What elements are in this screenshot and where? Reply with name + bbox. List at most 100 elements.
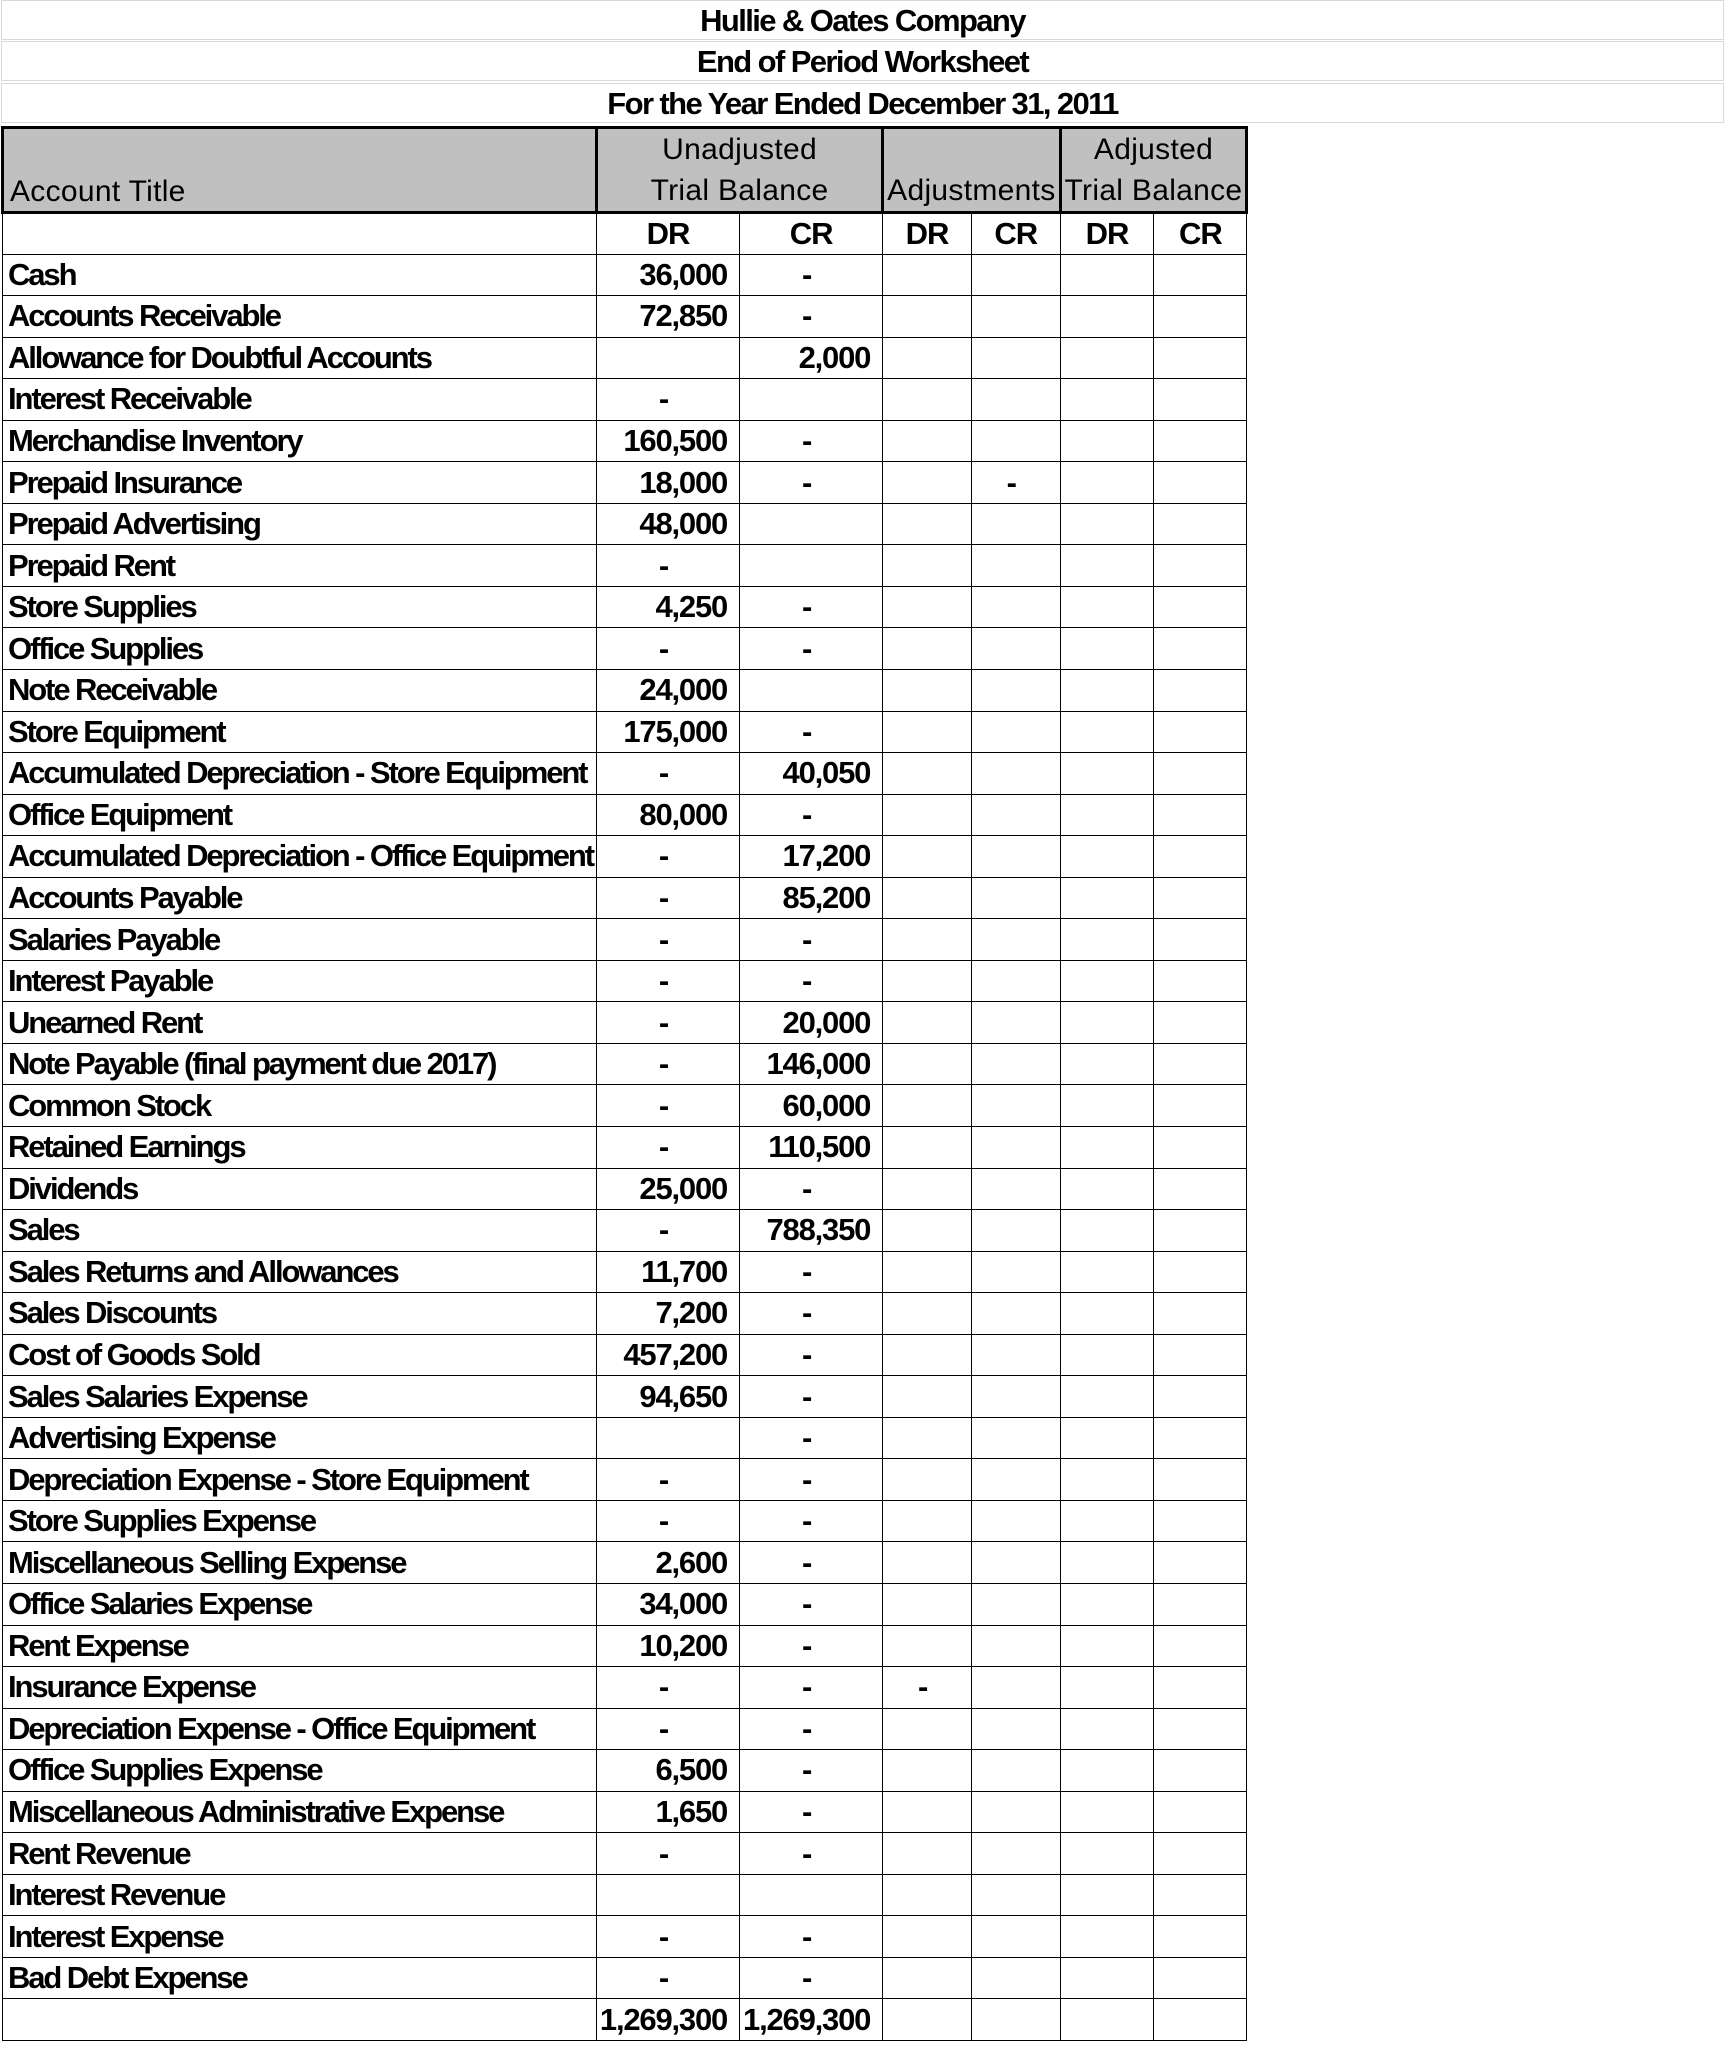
utb-cr-cell[interactable]: - bbox=[739, 710, 884, 754]
atb-cr-cell[interactable] bbox=[1153, 1167, 1248, 1211]
utb-cr-cell[interactable]: - bbox=[739, 419, 884, 463]
adj-dr-cell[interactable] bbox=[882, 1001, 972, 1044]
adj-cr-cell[interactable]: - bbox=[970, 461, 1061, 504]
account-title-cell[interactable]: Sales Returns and Allowances bbox=[2, 1250, 597, 1294]
utb-cr-cell[interactable]: 40,050 bbox=[739, 752, 884, 795]
utb-cr-cell[interactable]: 788,350 bbox=[739, 1209, 884, 1252]
atb-dr-cell[interactable] bbox=[1059, 1416, 1155, 1460]
adj-dr-cell[interactable] bbox=[882, 1375, 972, 1418]
atb-cr-cell[interactable] bbox=[1153, 1998, 1248, 2042]
account-title-cell[interactable]: Accumulated Depreciation - Store Equipme… bbox=[2, 752, 597, 795]
atb-dr-cell[interactable] bbox=[1059, 1749, 1155, 1792]
adj-cr-cell[interactable] bbox=[970, 378, 1061, 421]
account-title-cell[interactable]: Unearned Rent bbox=[2, 1001, 597, 1044]
adj-dr-cell[interactable] bbox=[882, 1832, 972, 1875]
utb-cr-cell[interactable]: - bbox=[739, 1915, 884, 1958]
adj-dr-cell[interactable] bbox=[882, 1915, 972, 1958]
adj-cr-cell[interactable] bbox=[970, 1375, 1061, 1418]
utb-dr-cell[interactable]: 48,000 bbox=[595, 502, 741, 546]
utb-cr-cell[interactable] bbox=[739, 544, 884, 587]
adjustments-header[interactable]: Adjustments bbox=[881, 126, 1062, 214]
utb-dr-cell[interactable]: - bbox=[595, 835, 741, 878]
utb-dr-cell[interactable] bbox=[595, 1873, 741, 1917]
utb-cr-cell[interactable]: - bbox=[739, 1624, 884, 1668]
atb-cr-cell[interactable] bbox=[1153, 1209, 1248, 1252]
atb-dr-cell[interactable] bbox=[1059, 876, 1155, 920]
adj-dr-cell[interactable] bbox=[882, 336, 972, 380]
adj-dr-cell[interactable] bbox=[882, 710, 972, 754]
atb-dr-cell[interactable] bbox=[1059, 1209, 1155, 1252]
utb-dr-cell[interactable]: 34,000 bbox=[595, 1583, 741, 1626]
account-title-cell[interactable]: Prepaid Insurance bbox=[2, 461, 597, 504]
report-period[interactable]: For the Year Ended December 31, 2011 bbox=[1, 83, 1724, 123]
adj-dr-cell[interactable] bbox=[882, 253, 972, 297]
atb-dr-cell[interactable] bbox=[1059, 835, 1155, 878]
atb-cr-cell[interactable] bbox=[1153, 1125, 1248, 1169]
atb-dr-cell[interactable] bbox=[1059, 1541, 1155, 1584]
atb-dr-cell[interactable] bbox=[1059, 378, 1155, 421]
adj-cr-cell[interactable] bbox=[970, 1416, 1061, 1460]
utb-cr-cell[interactable]: - bbox=[739, 1956, 884, 2000]
utb-cr-cell[interactable]: - bbox=[739, 1707, 884, 1751]
utb-dr-cell[interactable]: - bbox=[595, 1956, 741, 2000]
adj-dr-cell[interactable] bbox=[882, 1790, 972, 1834]
adj-cr-cell[interactable] bbox=[970, 1583, 1061, 1626]
atb-cr-cell[interactable] bbox=[1153, 1001, 1248, 1044]
adj-cr-cell[interactable] bbox=[970, 1541, 1061, 1584]
utb-dr-cell[interactable]: 6,500 bbox=[595, 1749, 741, 1792]
account-title-cell[interactable]: Office Salaries Expense bbox=[2, 1583, 597, 1626]
atb-cr-cell[interactable] bbox=[1153, 1832, 1248, 1875]
adj-cr-cell[interactable] bbox=[970, 419, 1061, 463]
utb-dr-cell[interactable]: 36,000 bbox=[595, 253, 741, 297]
adj-cr-cell[interactable] bbox=[970, 1042, 1061, 1086]
atb-cr-cell[interactable] bbox=[1153, 419, 1248, 463]
utb-cr-cell[interactable]: - bbox=[739, 1333, 884, 1377]
utb-cr-cell[interactable]: - bbox=[739, 1790, 884, 1834]
account-title-cell[interactable]: Retained Earnings bbox=[2, 1125, 597, 1169]
atb-dr-cell[interactable] bbox=[1059, 1707, 1155, 1751]
account-title-cell[interactable]: Accounts Payable bbox=[2, 876, 597, 920]
atb-dr-cell[interactable] bbox=[1059, 336, 1155, 380]
adj-cr-cell[interactable] bbox=[970, 1915, 1061, 1958]
utb-cr-cell[interactable]: - bbox=[739, 627, 884, 670]
utb-dr-cell[interactable]: - bbox=[595, 1915, 741, 1958]
account-title-cell[interactable]: Store Supplies bbox=[2, 585, 597, 629]
atb-dr-cell[interactable] bbox=[1059, 1832, 1155, 1875]
utb-cr-header[interactable]: CR bbox=[739, 212, 884, 255]
utb-dr-cell[interactable]: 24,000 bbox=[595, 668, 741, 712]
atb-dr-cell[interactable] bbox=[1059, 1666, 1155, 1709]
atb-cr-cell[interactable] bbox=[1153, 1749, 1248, 1792]
utb-cr-cell[interactable]: - bbox=[739, 1250, 884, 1294]
atb-dr-header[interactable]: DR bbox=[1059, 212, 1155, 255]
adj-cr-cell[interactable] bbox=[970, 668, 1061, 712]
adj-cr-cell[interactable] bbox=[970, 1790, 1061, 1834]
atb-cr-cell[interactable] bbox=[1153, 1666, 1248, 1709]
account-title-cell[interactable]: Insurance Expense bbox=[2, 1666, 597, 1709]
atb-dr-cell[interactable] bbox=[1059, 502, 1155, 546]
adj-dr-cell[interactable] bbox=[882, 752, 972, 795]
atb-cr-cell[interactable] bbox=[1153, 585, 1248, 629]
utb-cr-cell[interactable]: - bbox=[739, 1458, 884, 1501]
adj-dr-cell[interactable] bbox=[882, 419, 972, 463]
adjusted-trial-balance-header[interactable]: Adjusted Trial Balance bbox=[1058, 126, 1249, 214]
adj-cr-cell[interactable] bbox=[970, 1209, 1061, 1252]
adj-cr-cell[interactable] bbox=[970, 1749, 1061, 1792]
utb-dr-cell[interactable]: 80,000 bbox=[595, 793, 741, 837]
utb-cr-cell[interactable] bbox=[739, 378, 884, 421]
atb-dr-cell[interactable] bbox=[1059, 793, 1155, 837]
adj-cr-cell[interactable] bbox=[970, 627, 1061, 670]
account-title-cell[interactable]: Accounts Receivable bbox=[2, 295, 597, 338]
adj-cr-cell[interactable] bbox=[970, 1333, 1061, 1377]
utb-cr-cell[interactable]: 17,200 bbox=[739, 835, 884, 878]
adj-dr-cell[interactable] bbox=[882, 1749, 972, 1792]
atb-dr-cell[interactable] bbox=[1059, 253, 1155, 297]
utb-cr-cell[interactable]: - bbox=[739, 1583, 884, 1626]
adj-cr-cell[interactable] bbox=[970, 710, 1061, 754]
utb-dr-cell[interactable]: - bbox=[595, 1499, 741, 1543]
atb-cr-cell[interactable] bbox=[1153, 668, 1248, 712]
utb-dr-cell[interactable]: - bbox=[595, 876, 741, 920]
adj-cr-cell[interactable] bbox=[970, 1873, 1061, 1917]
atb-dr-cell[interactable] bbox=[1059, 752, 1155, 795]
atb-dr-cell[interactable] bbox=[1059, 1375, 1155, 1418]
company-name[interactable]: Hullie & Oates Company bbox=[1, 0, 1724, 40]
